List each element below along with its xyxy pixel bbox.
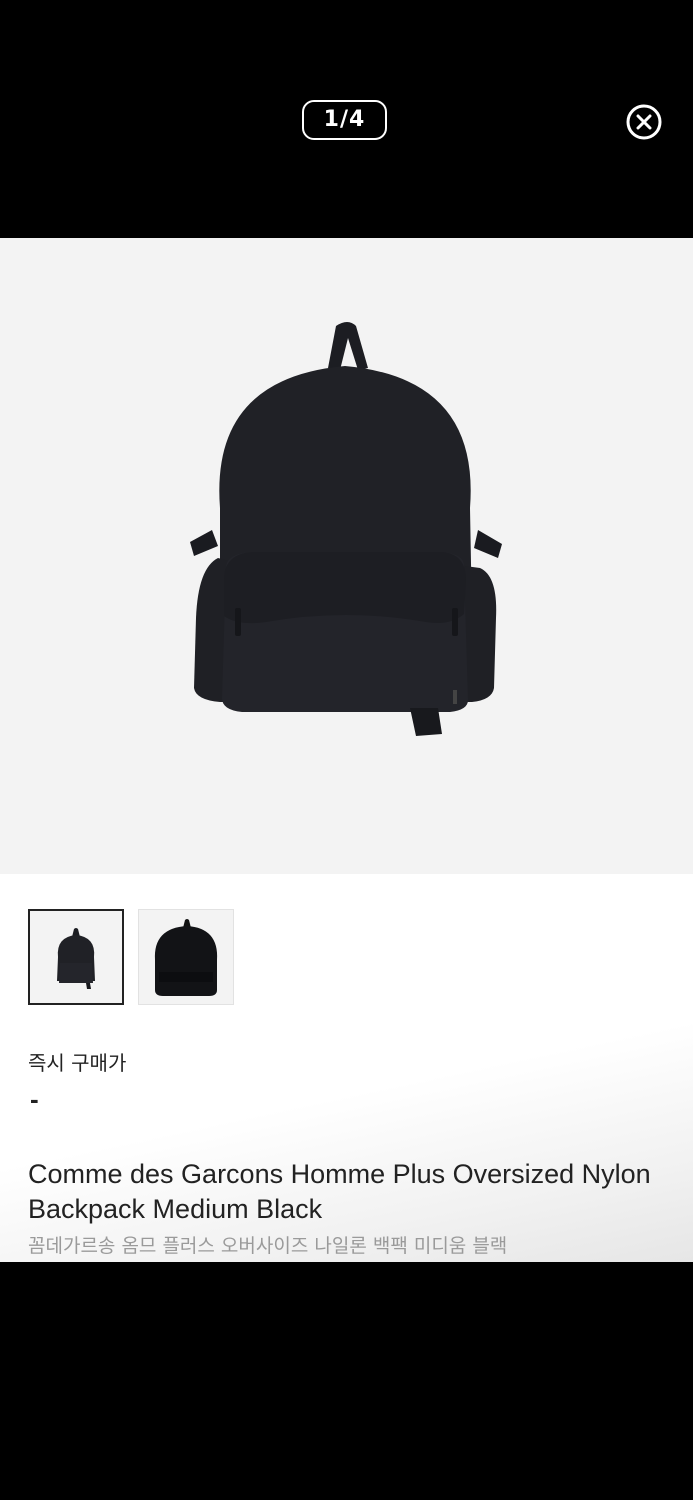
product-image-viewer-screen: 1/4 즉시 구매가 - Comme des Garcons Homme Plu… xyxy=(0,0,693,1500)
instant-price-label: 즉시 구매가 xyxy=(28,1051,127,1075)
backpack-thumbnail-image xyxy=(57,928,95,989)
close-button[interactable] xyxy=(624,102,664,142)
product-title-korean: 꼼데가르송 옴므 플러스 오버사이즈 나일론 백팩 미디움 블랙 xyxy=(28,1235,508,1257)
thumbnail-backpack-front[interactable] xyxy=(28,909,124,1005)
backpack-product-image xyxy=(190,322,502,736)
thumbnail-backpack-back[interactable] xyxy=(138,909,234,1005)
bottom-black-area xyxy=(0,1262,693,1500)
viewer-header: 1/4 xyxy=(0,0,693,238)
instant-price-value: - xyxy=(30,1084,39,1114)
backpack-thumbnail-image xyxy=(154,919,218,996)
product-info-sheet: 즉시 구매가 - Comme des Garcons Homme Plus Ov… xyxy=(0,874,693,1262)
main-image-area[interactable] xyxy=(0,238,693,874)
image-page-counter: 1/4 xyxy=(302,100,387,140)
close-circle-icon xyxy=(626,104,662,140)
product-title-english: Comme des Garcons Homme Plus Oversized N… xyxy=(28,1159,651,1224)
